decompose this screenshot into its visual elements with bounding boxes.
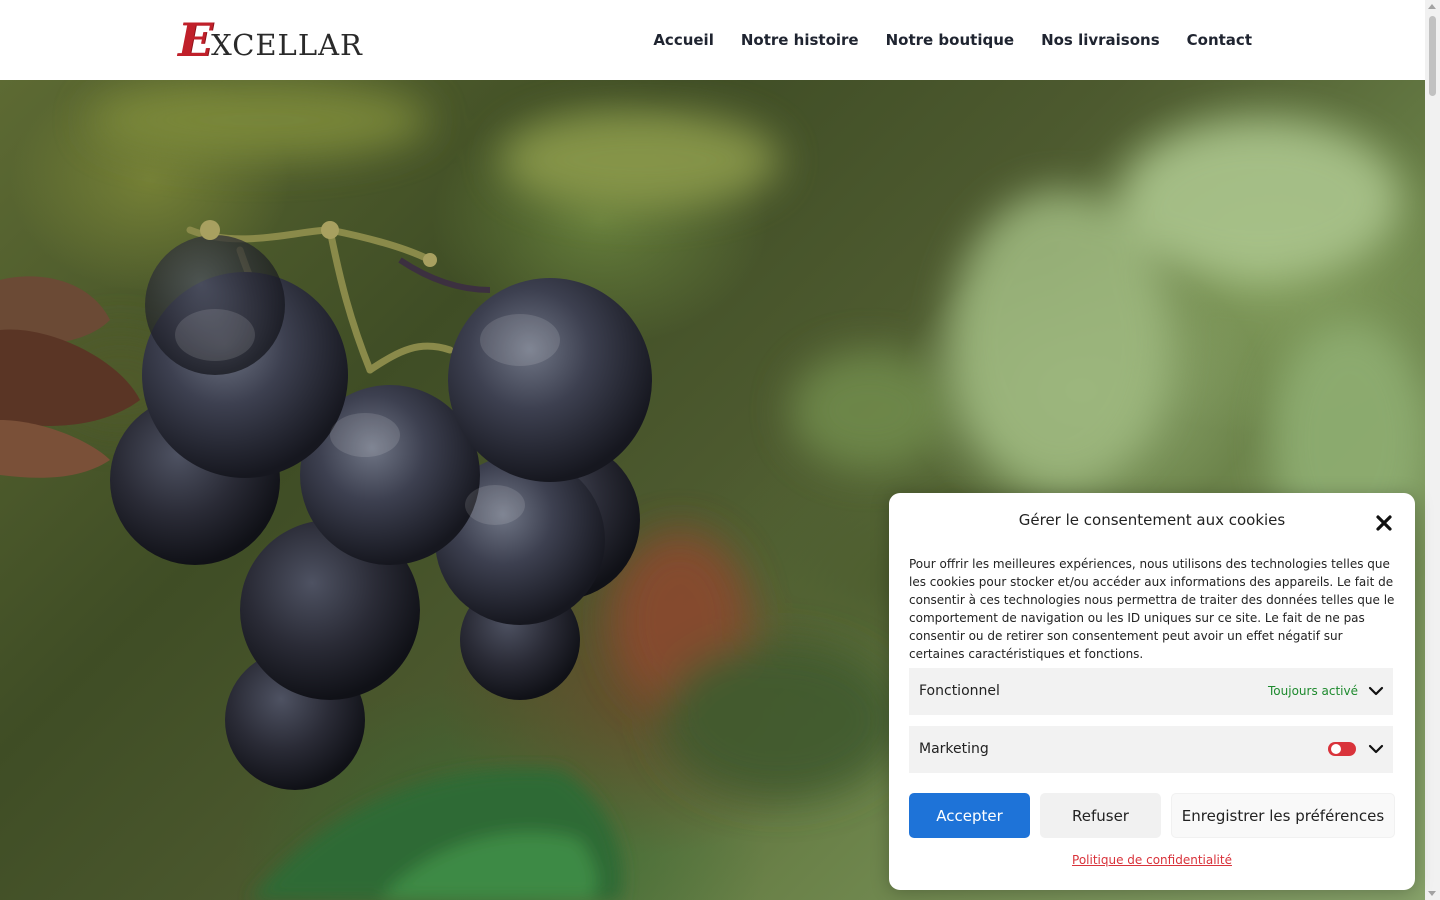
always-active-status: Toujours activé [1268, 684, 1358, 698]
nav-item-notre-boutique[interactable]: Notre boutique [886, 31, 1014, 49]
cookie-consent-modal: Gérer le consentement aux cookies Pour o… [889, 493, 1415, 890]
nav-item-nos-livraisons[interactable]: Nos livraisons [1041, 31, 1160, 49]
marketing-toggle[interactable] [1328, 742, 1356, 756]
nav-item-notre-histoire[interactable]: Notre histoire [741, 31, 859, 49]
cookie-modal-title: Gérer le consentement aux cookies [1018, 511, 1286, 529]
page-scrollbar[interactable] [1425, 0, 1440, 900]
category-label: Marketing [919, 741, 989, 757]
cookie-category-fonctionnel[interactable]: Fonctionnel Toujours activé [909, 668, 1393, 715]
scroll-down-arrow-icon[interactable] [1428, 891, 1436, 896]
save-preferences-button[interactable]: Enregistrer les préférences [1171, 793, 1395, 838]
privacy-policy-link[interactable]: Politique de confidentialité [889, 853, 1415, 867]
main-nav: Accueil Notre histoire Notre boutique No… [653, 0, 1252, 80]
refuse-button[interactable]: Refuser [1040, 793, 1161, 838]
chevron-down-icon[interactable] [1368, 683, 1384, 699]
nav-item-accueil[interactable]: Accueil [653, 31, 714, 49]
close-icon[interactable] [1373, 512, 1395, 534]
page: E XCELLAR Accueil Notre histoire Notre b… [0, 0, 1440, 900]
accept-button[interactable]: Accepter [909, 793, 1030, 838]
toggle-knob [1331, 744, 1341, 754]
scroll-thumb[interactable] [1429, 16, 1436, 96]
cookie-description: Pour offrir les meilleures expériences, … [909, 557, 1395, 661]
logo-initial: E [178, 13, 214, 67]
site-logo[interactable]: E XCELLAR [178, 14, 363, 66]
site-header: E XCELLAR Accueil Notre histoire Notre b… [0, 0, 1425, 80]
nav-item-contact[interactable]: Contact [1187, 31, 1252, 49]
chevron-down-icon[interactable] [1368, 741, 1384, 757]
logo-text: XCELLAR [211, 27, 363, 62]
scroll-up-arrow-icon[interactable] [1428, 4, 1436, 9]
cookie-category-marketing[interactable]: Marketing [909, 726, 1393, 773]
category-label: Fonctionnel [919, 683, 1000, 699]
